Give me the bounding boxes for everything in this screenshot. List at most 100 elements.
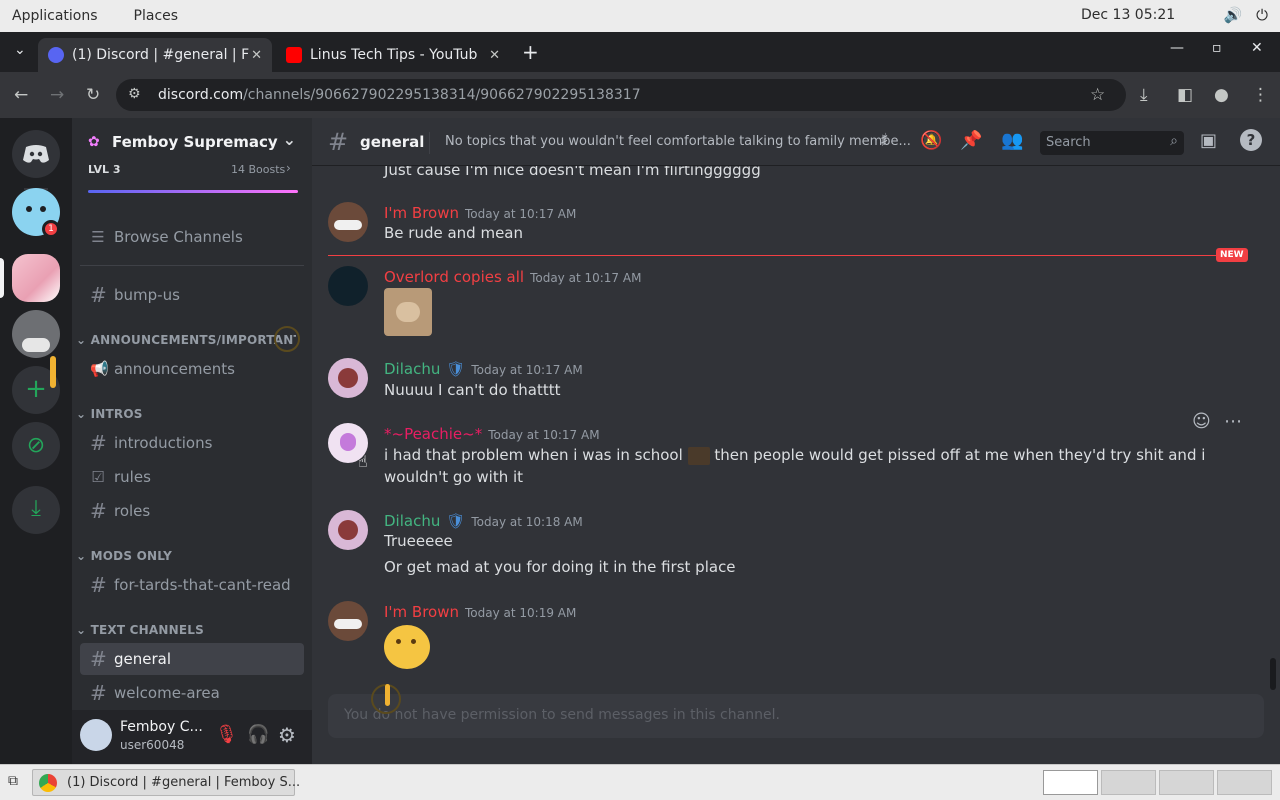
tab-youtube[interactable]: Linus Tech Tips - YouTub ✕ — [276, 38, 510, 72]
notification-muted-icon[interactable]: 🔕 — [920, 130, 942, 151]
timestamp: Today at 10:17 AM — [471, 363, 583, 377]
system-clock[interactable]: Dec 13 05:21 — [1081, 7, 1175, 23]
channel-for-tards-that-cant-read[interactable]: # for-tards-that-cant-read — [80, 569, 304, 601]
workspace-4[interactable] — [1217, 770, 1272, 795]
composer-placeholder: You do not have permission to send messa… — [344, 707, 780, 723]
avatar[interactable] — [328, 601, 368, 641]
search-input[interactable]: Search ⌕ — [1040, 131, 1184, 155]
help-icon[interactable]: ? — [1240, 129, 1262, 151]
back-icon[interactable]: ← — [14, 85, 28, 105]
inbox-icon[interactable]: ▣ — [1200, 130, 1217, 151]
scrollbar-thumb[interactable] — [1270, 658, 1276, 690]
power-icon[interactable]: ⏻ — [1256, 6, 1268, 24]
forward-icon[interactable]: → — [50, 85, 64, 105]
user-settings-gear-icon[interactable]: ⚙ — [278, 723, 296, 747]
close-tab-icon[interactable]: ✕ — [251, 48, 262, 63]
side-panel-icon[interactable]: ◧ — [1177, 85, 1193, 105]
server-femboy-supremacy[interactable] — [12, 254, 60, 302]
volume-icon[interactable]: 🔊 — [1223, 6, 1242, 24]
close-window-icon[interactable]: ✕ — [1251, 40, 1263, 56]
avatar[interactable] — [328, 358, 368, 398]
mute-microphone-icon[interactable]: 🎙 — [215, 724, 238, 745]
message-author[interactable]: I'm Brown Today at 10:17 AM — [384, 204, 576, 222]
channel-bump-us[interactable]: # bump-us — [80, 279, 304, 311]
close-tab-icon[interactable]: ✕ — [489, 48, 500, 63]
pinned-messages-icon[interactable]: 📌 — [960, 130, 982, 151]
bookmark-star-icon[interactable]: ☆ — [1090, 85, 1105, 105]
places-menu[interactable]: Places — [134, 8, 179, 24]
message-author[interactable]: I'm Brown Today at 10:19 AM — [384, 603, 576, 621]
user-panel: Femboy C... user60048 🎙 🎧 ⚙ — [72, 710, 312, 764]
browse-channels[interactable]: ☰ Browse Channels — [80, 221, 304, 253]
add-reaction-icon[interactable]: ☺ — [1192, 411, 1211, 432]
message-author[interactable]: *~Peachie~* Today at 10:17 AM — [384, 425, 600, 443]
avatar[interactable] — [80, 719, 112, 751]
channel-general[interactable]: # general — [80, 643, 304, 675]
channel-roles[interactable]: # roles — [80, 495, 304, 527]
category-mods-only[interactable]: ⌄ MODS ONLY — [76, 549, 296, 563]
message-author[interactable]: Dilachu 🛡 Today at 10:17 AM — [384, 360, 583, 378]
downloads-icon[interactable]: ⤓ — [1140, 85, 1148, 105]
avatar[interactable] — [328, 510, 368, 550]
discord-home-icon[interactable] — [12, 130, 60, 178]
headphones-icon[interactable]: 🎧 — [247, 724, 269, 745]
url-text[interactable]: discord.com/channels/906627902295138314/… — [158, 87, 641, 103]
custom-emoji-icon — [687, 446, 710, 465]
server-boost-icon: ✿ — [88, 134, 100, 150]
threads-icon[interactable]: ♯ — [880, 130, 889, 151]
avatar[interactable] — [328, 202, 368, 242]
category-announcements[interactable]: ⌄ ANNOUNCEMENTS/IMPORTANT N... — [76, 333, 296, 347]
cat-image-attachment[interactable] — [384, 288, 432, 336]
channel-welcome-area[interactable]: # welcome-area — [80, 677, 304, 709]
taskbar-window-discord[interactable]: (1) Discord | #general | Femboy S... — [32, 769, 300, 796]
tab-discord[interactable]: (1) Discord | #general | F ✕ — [38, 38, 272, 72]
channel-topic[interactable]: No topics that you wouldn't feel comfort… — [445, 134, 911, 149]
download-apps-icon[interactable]: ⤓ — [12, 486, 60, 534]
avatar[interactable] — [328, 266, 368, 306]
more-options-icon[interactable]: ⋯ — [1224, 411, 1242, 432]
boost-count[interactable]: 14 Boosts — [231, 163, 285, 176]
message-author[interactable]: Overlord copies all Today at 10:17 AM — [384, 268, 641, 286]
user-username[interactable]: user60048 — [120, 738, 184, 752]
chrome-menu-icon[interactable]: ⋮ — [1252, 85, 1269, 105]
maximize-icon[interactable]: ▫ — [1212, 40, 1222, 56]
os-taskbar: ⧉ (1) Discord | #general | Femboy S... — [0, 764, 1280, 800]
chrome-icon — [39, 774, 57, 792]
new-badge: NEW — [1216, 248, 1248, 262]
applications-menu[interactable]: Applications — [12, 8, 98, 24]
tab-search-icon[interactable]: ⌄ — [14, 42, 26, 58]
chevron-right-icon: › — [286, 161, 291, 175]
discord-favicon-icon — [48, 47, 64, 63]
timestamp: Today at 10:17 AM — [465, 207, 577, 221]
server-cat-avatar[interactable] — [12, 310, 60, 358]
message-composer[interactable]: You do not have permission to send messa… — [328, 694, 1264, 738]
message-author[interactable]: Dilachu 🛡 Today at 10:18 AM — [384, 512, 583, 530]
member-list-icon[interactable]: 👥 — [1001, 130, 1023, 151]
channel-announcements[interactable]: 📢 announcements — [80, 353, 304, 385]
category-text-channels[interactable]: ⌄ TEXT CHANNELS — [76, 623, 296, 637]
explore-servers-icon[interactable]: ⊘ — [12, 422, 60, 470]
site-info-icon[interactable]: ⚙ — [128, 86, 141, 102]
minimize-icon[interactable]: — — [1170, 40, 1184, 56]
browser-tab-strip: ⌄ (1) Discord | #general | F ✕ Linus Tec… — [0, 32, 1280, 72]
chat-area: # general No topics that you wouldn't fe… — [312, 118, 1280, 764]
workspace-1[interactable] — [1043, 770, 1098, 795]
new-tab-icon[interactable]: + — [522, 40, 539, 64]
thinking-emoji-icon — [384, 625, 430, 669]
category-intros[interactable]: ⌄ INTROS — [76, 407, 296, 421]
timestamp: Today at 10:17 AM — [530, 271, 642, 285]
boost-level[interactable]: LVL 3 — [88, 163, 121, 176]
server-list: 1 + ⊘ ⤓ — [0, 118, 72, 764]
show-desktop-icon[interactable]: ⧉ — [8, 773, 18, 789]
server-header[interactable]: ✿ Femboy Supremacy ⌄ — [72, 118, 312, 166]
workspace-2[interactable] — [1101, 770, 1156, 795]
workspace-3[interactable] — [1159, 770, 1214, 795]
channel-hash-icon: # — [328, 128, 349, 156]
timestamp: Today at 10:18 AM — [471, 515, 583, 529]
channel-rules[interactable]: ☑ rules — [80, 461, 304, 493]
user-display-name[interactable]: Femboy C... — [120, 719, 203, 735]
channel-introductions[interactable]: # introductions — [80, 427, 304, 459]
profile-icon[interactable]: ● — [1214, 85, 1229, 105]
channel-name: general — [360, 133, 425, 151]
reload-icon[interactable]: ↻ — [86, 85, 100, 105]
